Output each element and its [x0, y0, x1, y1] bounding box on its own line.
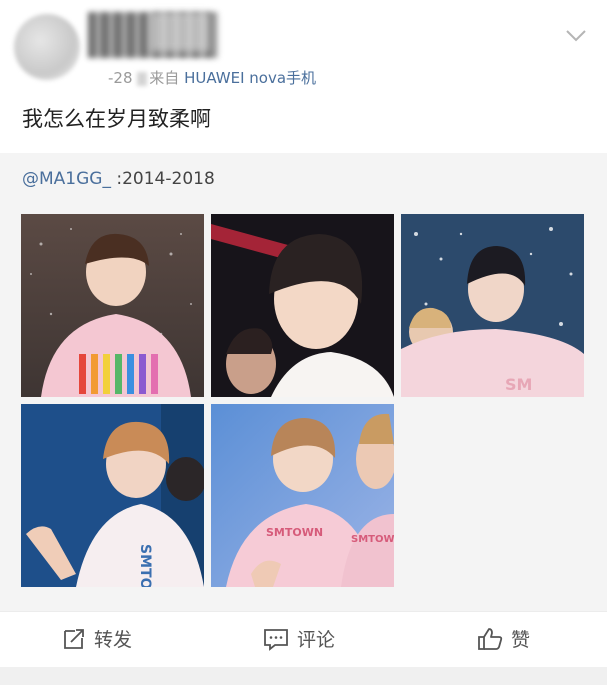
repost-text: @MA1GG_ :2014-2018 [22, 167, 215, 191]
source-device[interactable]: HUAWEI nova手机 [184, 69, 316, 87]
svg-text:SM: SM [505, 375, 532, 394]
action-bar: 转发 评论 赞 [0, 611, 607, 668]
timestamp-redaction [137, 71, 148, 86]
username-redacted-overlay [150, 12, 210, 52]
repost-box[interactable]: @MA1GG_ :2014-2018 SM SMTO SMTOWN SMTOW [0, 153, 607, 611]
photo-1[interactable] [21, 214, 204, 397]
repost-label: 转发 [94, 629, 133, 651]
photo-3[interactable]: SM [401, 214, 584, 397]
svg-text:SMTO: SMTO [137, 544, 153, 587]
like-button[interactable]: 赞 [477, 612, 530, 668]
post-text: 我怎么在岁月致柔啊 [22, 107, 211, 131]
comment-icon [264, 628, 288, 651]
post-header: -28 来自 HUAWEI nova手机 [0, 0, 607, 95]
thumbs-up-icon [478, 627, 503, 650]
mention-link[interactable]: @MA1GG_ [22, 169, 111, 189]
avatar[interactable] [14, 14, 80, 80]
like-label: 赞 [511, 629, 531, 651]
chevron-down-icon[interactable] [565, 28, 587, 44]
repost-body: :2014-2018 [110, 169, 215, 189]
svg-text:SMTOW: SMTOW [351, 534, 394, 545]
source-prefix: 来自 [149, 69, 180, 87]
comment-label: 评论 [297, 629, 336, 651]
post-meta: -28 来自 HUAWEI nova手机 [108, 66, 316, 90]
comment-button[interactable]: 评论 [263, 612, 335, 668]
repost-button[interactable]: 转发 [62, 612, 132, 668]
timestamp: -28 [108, 69, 133, 87]
photo-5[interactable]: SMTOWN SMTOW [211, 404, 394, 587]
photo-4[interactable]: SMTO [21, 404, 204, 587]
share-icon [64, 628, 84, 649]
svg-text:SMTOWN: SMTOWN [266, 526, 323, 539]
photo-2[interactable] [211, 214, 394, 397]
bottom-separator [0, 667, 607, 685]
